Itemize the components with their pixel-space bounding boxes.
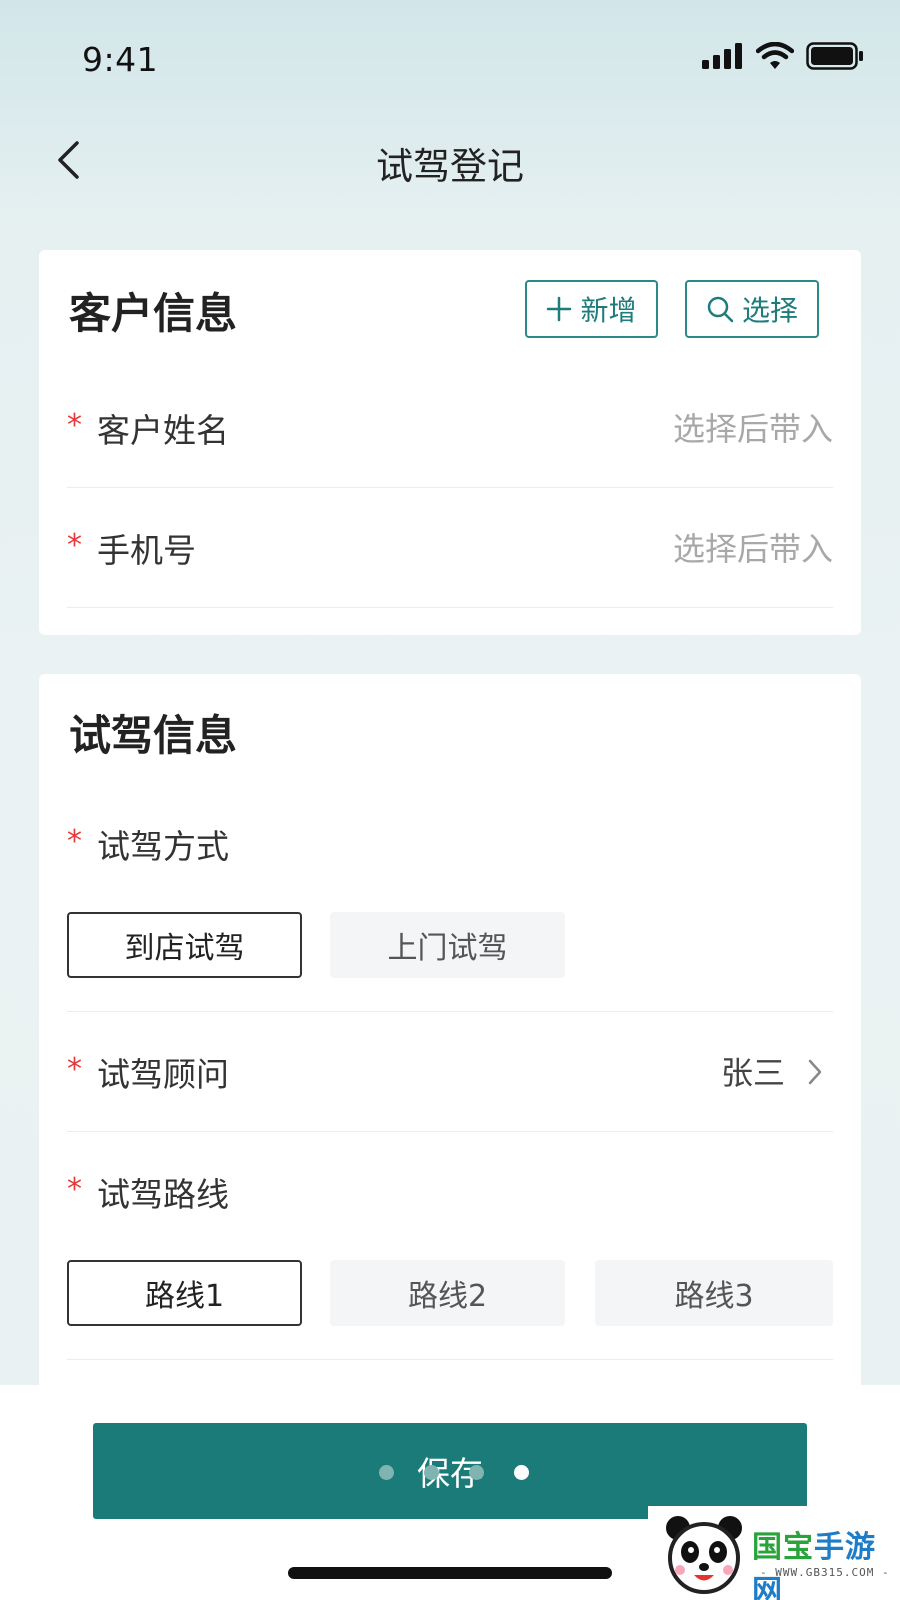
route-row: * 试驾路线 路线1 路线2 路线3 bbox=[67, 1132, 833, 1360]
phone-value: 选择后带入 bbox=[672, 530, 833, 568]
watermark-brand-1: 国宝 bbox=[752, 1530, 814, 1565]
required-mark: * bbox=[67, 528, 82, 563]
required-mark: * bbox=[67, 408, 82, 443]
plus-icon bbox=[547, 296, 572, 322]
home-indicator bbox=[288, 1567, 612, 1579]
drive-mode-label: 试驾方式 bbox=[97, 827, 229, 866]
loading-dots bbox=[379, 1465, 529, 1480]
panda-logo-icon bbox=[666, 1516, 742, 1594]
required-mark: * bbox=[67, 824, 82, 859]
phone-label: 手机号 bbox=[97, 531, 196, 570]
chevron-right-icon bbox=[808, 1059, 822, 1085]
required-mark: * bbox=[67, 1172, 82, 1207]
required-mark: * bbox=[67, 1052, 82, 1087]
route-label: 试驾路线 bbox=[97, 1175, 229, 1214]
advisor-label: 试驾顾问 bbox=[97, 1055, 229, 1094]
status-icons bbox=[702, 42, 864, 70]
option-home-drive[interactable]: 上门试驾 bbox=[330, 912, 565, 978]
search-icon bbox=[707, 296, 734, 323]
wifi-icon bbox=[756, 42, 794, 69]
customer-section-title: 客户信息 bbox=[69, 289, 238, 338]
save-button[interactable]: 保存 bbox=[93, 1423, 807, 1519]
dot bbox=[469, 1465, 484, 1480]
option-route-3[interactable]: 路线3 bbox=[595, 1260, 833, 1326]
test-drive-info-card: 试驾信息 * 试驾方式 到店试驾 上门试驾 * 试驾顾问 张三 * 试驾路线 路… bbox=[39, 674, 861, 1394]
advisor-value: 张三 bbox=[720, 1054, 785, 1092]
dot bbox=[424, 1465, 439, 1480]
battery-icon bbox=[806, 42, 863, 70]
nav-bar: 试驾登记 bbox=[0, 120, 900, 200]
add-customer-button[interactable]: 新增 bbox=[525, 280, 658, 338]
phone-row[interactable]: * 手机号 选择后带入 bbox=[67, 488, 833, 608]
drive-section-title: 试驾信息 bbox=[69, 711, 238, 760]
dot bbox=[514, 1465, 529, 1480]
page-title: 试驾登记 bbox=[376, 145, 524, 188]
advisor-row[interactable]: * 试驾顾问 张三 bbox=[67, 1012, 833, 1132]
option-route-2[interactable]: 路线2 bbox=[330, 1260, 565, 1326]
status-time: 9:41 bbox=[82, 40, 159, 79]
watermark-url: - WWW.GB315.COM - bbox=[760, 1566, 890, 1579]
dot bbox=[379, 1465, 394, 1480]
customer-name-value: 选择后带入 bbox=[672, 410, 833, 448]
option-route-1[interactable]: 路线1 bbox=[67, 1260, 302, 1326]
select-customer-label: 选择 bbox=[741, 294, 798, 327]
customer-name-label: 客户姓名 bbox=[97, 411, 229, 450]
select-customer-button[interactable]: 选择 bbox=[685, 280, 819, 338]
option-store-drive[interactable]: 到店试驾 bbox=[67, 912, 302, 978]
status-bar: 9:41 bbox=[0, 0, 900, 120]
watermark-brand: 国宝手游网 bbox=[752, 1522, 900, 1600]
watermark: 国宝手游网 - WWW.GB315.COM - bbox=[648, 1506, 900, 1600]
customer-name-row[interactable]: * 客户姓名 选择后带入 bbox=[67, 368, 833, 488]
add-customer-label: 新增 bbox=[580, 294, 637, 327]
customer-info-card: 客户信息 新增 选择 * 客户姓名 选择后带入 * 手机号 选择后带入 bbox=[39, 250, 861, 635]
drive-mode-row: * 试驾方式 到店试驾 上门试驾 bbox=[67, 784, 833, 1012]
signal-icon bbox=[702, 43, 742, 69]
